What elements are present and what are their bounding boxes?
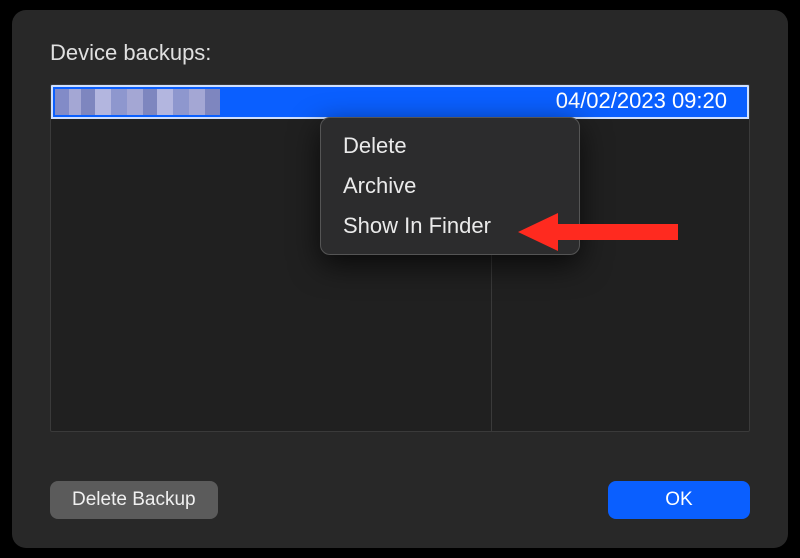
menu-item-archive[interactable]: Archive [321, 166, 579, 206]
backup-name-redacted [55, 89, 220, 115]
context-menu: Delete Archive Show In Finder [320, 117, 580, 255]
backup-row-selected[interactable]: 04/02/2023 09:20 [51, 85, 749, 119]
delete-backup-button[interactable]: Delete Backup [50, 481, 218, 519]
menu-item-show-in-finder[interactable]: Show In Finder [321, 206, 579, 246]
menu-item-delete[interactable]: Delete [321, 126, 579, 166]
ok-button[interactable]: OK [608, 481, 750, 519]
dialog-title: Device backups: [50, 40, 750, 66]
device-backups-dialog: Device backups: 04/02/2023 09:20 Delete … [12, 10, 788, 548]
backup-date: 04/02/2023 09:20 [556, 88, 727, 114]
dialog-footer: Delete Backup OK [50, 480, 750, 520]
